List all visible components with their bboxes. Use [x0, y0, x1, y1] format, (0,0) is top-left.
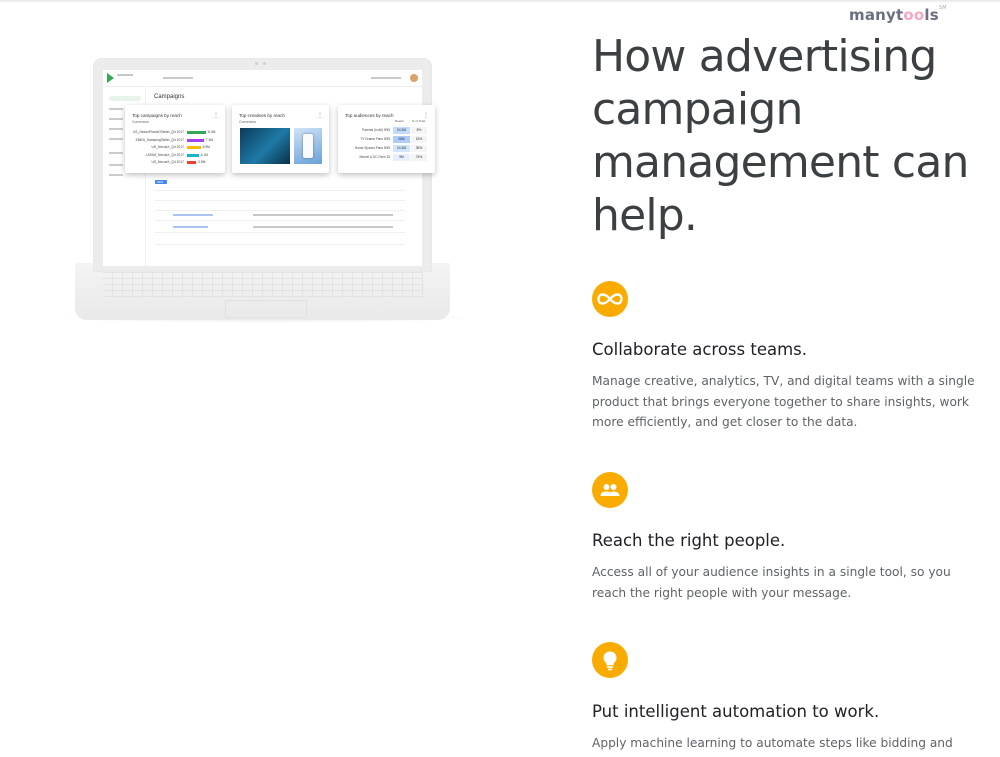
table-values-placeholder [253, 226, 393, 228]
table-row [155, 244, 405, 245]
audience-row: Home Spaces Fans 9/95 24.3M 35% [343, 145, 427, 152]
campaign-bar-label: LATAM_NexusX_Q4 2017 [145, 152, 184, 157]
audience-reach: 28M [393, 136, 410, 143]
filter-row [155, 190, 405, 191]
sidebar-item [109, 164, 123, 166]
audience-percent: 15% [411, 136, 427, 143]
campaign-bar-label: US_NexusPhoneDTablet_Q4 2017 [133, 130, 184, 134]
more-options-icon: ⋮ [213, 113, 219, 119]
campaign-link-placeholder [173, 214, 213, 216]
top-divider [0, 0, 1000, 3]
laptop-illustration: Campaigns NEW Top campaigns by reach Con… [55, 55, 475, 323]
top-creatives-card: Top creatives by reach Conversion ⋮ [232, 105, 329, 173]
campaign-bar-value: 8.3M [208, 130, 216, 134]
campaign-bar-row: EMEA_SamsungTablet_Q4 2017 7.3M [132, 138, 218, 143]
audience-row: TV Drama Fans 9/95 28M 15% [343, 136, 427, 143]
people-icon [592, 472, 628, 508]
campaign-bar-row: LATAM_NexusX_Q4 2017 5.1M [132, 153, 218, 158]
audience-reach: 24.3M [393, 145, 410, 152]
campaign-bar [187, 153, 199, 157]
campaign-bar-row: US_NexusX_Q4 2017 5.9M [132, 145, 218, 150]
audience-row: Parents (in All) 9/95 24.3M 8% [343, 127, 427, 134]
campaign-bar-label: EMEA_SamsungTablet_Q4 2017 [135, 137, 184, 142]
sidebar-item [109, 118, 123, 120]
creative-image-phone [294, 128, 322, 164]
new-button: NEW [155, 180, 167, 184]
audience-row: Marvel & DC Fans 33 9M 74% [343, 154, 427, 161]
page-title: Campaigns [154, 94, 185, 100]
card-title: Top campaigns by reach [132, 113, 182, 118]
page-headline: How advertising campaign management can … [592, 31, 969, 241]
card-subtitle: Conversion [132, 120, 150, 124]
campaign-bar [187, 138, 204, 142]
app-name-placeholder [117, 74, 133, 76]
table-row [155, 232, 405, 233]
sidebar-item [109, 138, 123, 140]
card-title: Top audiences by reach [345, 113, 394, 118]
campaign-bar-value: 3.9M [198, 160, 206, 164]
lightbulb-icon [592, 642, 628, 678]
audience-name: Marvel & DC Fans 33 [359, 155, 390, 159]
feature-description: Apply machine learning to automate steps… [592, 736, 953, 750]
app-header [103, 70, 422, 87]
table-row [155, 220, 405, 221]
top-campaigns-card: Top campaigns by reach Conversion ⋮ US_N… [125, 105, 225, 173]
feature-description: Manage creative, analytics, TV, and digi… [592, 374, 975, 429]
campaign-bar-label: US_NexusX_Q4 2017 [151, 160, 184, 164]
breadcrumb-placeholder [163, 77, 193, 79]
top-audiences-card: Top audiences by reach ⋮ Reach % of Tota… [338, 105, 435, 173]
audience-name: Parents (in All) 9/95 [362, 128, 390, 132]
campaign-bar [187, 131, 206, 134]
feature-title: Collaborate across teams. [592, 340, 808, 359]
table-values-placeholder [253, 214, 393, 216]
camera-dot [263, 62, 266, 65]
campaign-bar-row: US_NexusPhoneDTablet_Q4 2017 8.3M [132, 130, 218, 135]
camera-dot [255, 62, 258, 65]
feature-title: Put intelligent automation to work. [592, 702, 880, 721]
feature-description: Access all of your audience insights in … [592, 565, 951, 600]
header-icons-placeholder [371, 77, 401, 79]
avatar [410, 74, 418, 82]
laptop-trackpad [225, 300, 307, 318]
campaign-bar-value: 5.9M [202, 145, 210, 149]
feature-title: Reach the right people. [592, 531, 786, 550]
more-options-icon: ⋮ [317, 113, 323, 119]
table-row [155, 200, 405, 201]
table-row [155, 210, 405, 211]
laptop-keys [103, 272, 423, 298]
more-options-icon: ⋮ [423, 113, 429, 119]
audience-name: TV Drama Fans 9/95 [360, 137, 390, 141]
manytools-logo[interactable]: manytoolsSM [849, 5, 947, 24]
sidebar-item [109, 128, 123, 130]
infinity-icon [592, 281, 628, 317]
audience-percent: 74% [411, 154, 427, 161]
audience-reach: 9M [393, 154, 410, 161]
campaign-bar [187, 146, 201, 149]
sidebar-active-item [109, 96, 141, 101]
campaign-bar-value: 5.1M [200, 152, 208, 157]
audience-percent: 8% [411, 127, 427, 134]
campaign-link-placeholder [173, 226, 208, 228]
card-subtitle: Conversion [239, 120, 257, 124]
pct-column-header: % of Total [412, 119, 426, 123]
campaign-bar-label: US_NexusX_Q4 2017 [151, 145, 184, 149]
sidebar-item [109, 152, 123, 154]
audience-name: Home Spaces Fans 9/95 [354, 146, 390, 150]
audience-percent: 35% [411, 145, 427, 152]
campaign-bar-row: US_NexusX_Q4 2017 3.9M [132, 160, 218, 165]
display-video-logo-icon [107, 73, 114, 83]
sidebar-item [109, 174, 123, 176]
audience-reach: 24.3M [393, 127, 410, 134]
sidebar-item [109, 108, 123, 110]
campaign-bar-value: 7.3M [205, 137, 214, 142]
card-title: Top creatives by reach [239, 113, 285, 118]
campaign-bar [187, 161, 196, 164]
creative-image-ocean [240, 128, 290, 164]
reach-column-header: Reach [395, 119, 404, 123]
